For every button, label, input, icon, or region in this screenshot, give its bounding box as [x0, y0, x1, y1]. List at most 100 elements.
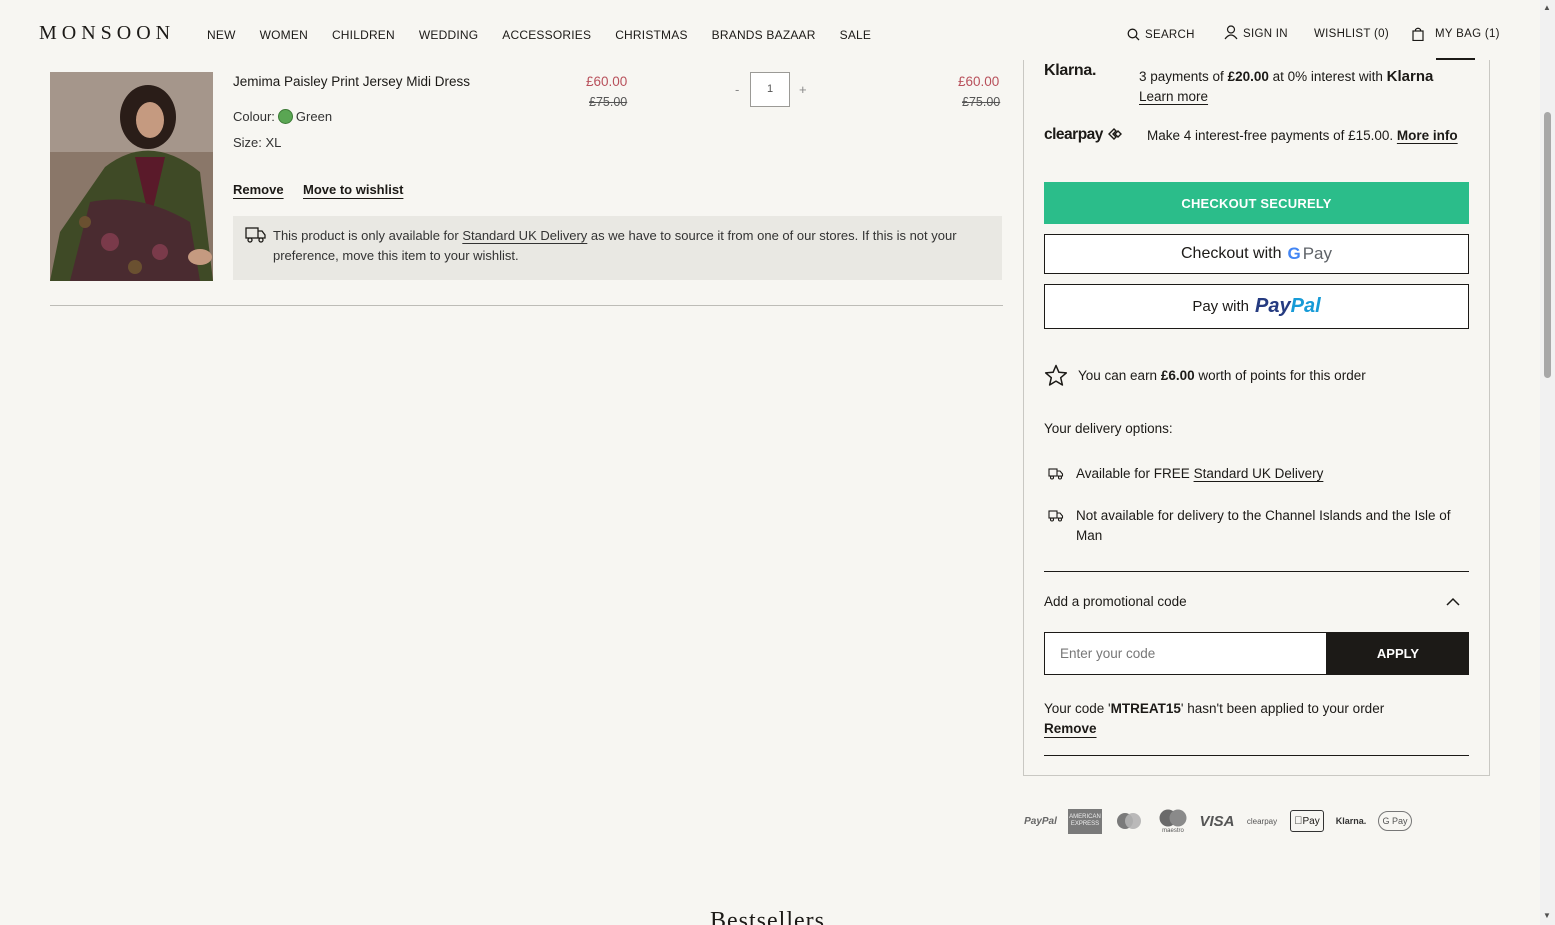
nav-sale[interactable]: SALE — [840, 28, 872, 42]
promo-message-text-end: ' hasn't been applied to your order — [1180, 701, 1385, 716]
my-bag-link[interactable]: MY BAG (1) — [1412, 27, 1500, 41]
qty-increase-button[interactable]: + — [799, 82, 807, 97]
search-button[interactable]: SEARCH — [1127, 28, 1195, 41]
maestro-label: maestro — [1162, 828, 1184, 834]
nav-christmas[interactable]: CHRISTMAS — [615, 28, 687, 42]
quantity-input[interactable]: 1 — [750, 72, 790, 107]
move-to-wishlist-link[interactable]: Move to wishlist — [303, 182, 403, 197]
delivery-option-channel-islands: Not available for delivery to the Channe… — [1048, 506, 1458, 546]
wishlist-link[interactable]: WISHLIST (0) — [1314, 28, 1389, 40]
colour-value: Green — [295, 109, 333, 124]
chevron-up-icon[interactable] — [1446, 597, 1460, 606]
notice-text-start: This product is only available for — [273, 228, 463, 243]
google-pay-icon: G Pay — [1378, 811, 1412, 831]
google-pay-logo: G Pay — [1287, 244, 1332, 264]
promo-bottom-rule — [1044, 755, 1469, 756]
dress-photo — [50, 72, 213, 281]
promo-code-input[interactable] — [1044, 632, 1327, 675]
delivery-channel-islands-text: Not available for delivery to the Channe… — [1076, 508, 1451, 543]
colour-label: Colour: — [233, 109, 275, 124]
apple-pay-label: Pay — [1298, 815, 1320, 827]
size-value: Size: XL — [233, 135, 282, 150]
clearpay-icon: clearpay — [1246, 816, 1278, 826]
product-name[interactable]: Jemima Paisley Print Jersey Midi Dress — [233, 74, 470, 89]
apple-pay-icon: Pay — [1290, 810, 1324, 832]
scroll-down-arrow-icon[interactable]: ▼ — [1543, 911, 1551, 920]
remove-item-link[interactable]: Remove — [233, 182, 284, 197]
nav-women[interactable]: WOMEN — [260, 28, 308, 42]
item-divider — [50, 305, 1003, 306]
colour-swatch — [277, 109, 293, 124]
points-text: You can earn — [1078, 368, 1161, 383]
amex-line-2: EXPRESS — [1070, 821, 1100, 827]
paypal-logo-pay: Pay — [1255, 295, 1291, 317]
user-icon — [1224, 25, 1238, 40]
points-message: You can earn £6.00 worth of points for t… — [1044, 364, 1366, 387]
nav-new[interactable]: NEW — [207, 28, 236, 42]
sign-in-button[interactable]: SIGN IN — [1224, 25, 1288, 40]
clearpay-more-info-link[interactable]: More info — [1397, 128, 1458, 143]
clearpay-arrows-icon — [1107, 128, 1122, 140]
active-tab-indicator — [1436, 58, 1475, 60]
nav-brands-bazaar[interactable]: BRANDS BAZAAR — [712, 28, 816, 42]
nav-children[interactable]: CHILDREN — [332, 28, 395, 42]
monsoon-logo[interactable]: MONSOON — [39, 22, 175, 45]
delivery-uk-text: Available for FREE — [1076, 466, 1194, 481]
maestro-icon: maestro — [1156, 808, 1190, 834]
promo-code-toggle[interactable]: Add a promotional code — [1044, 594, 1187, 609]
clearpay-wordmark: clearpay — [1044, 126, 1103, 143]
points-amount: £6.00 — [1160, 368, 1195, 383]
amex-icon: AMERICAN EXPRESS — [1068, 808, 1102, 834]
my-bag-label: MY BAG (1) — [1435, 28, 1500, 40]
delivery-options-title: Your delivery options: — [1044, 421, 1173, 436]
promo-message-text: Your code ' — [1044, 701, 1111, 716]
google-g-letter: G — [1287, 244, 1301, 263]
klarna-text-mid: at 0% interest with — [1268, 69, 1387, 84]
remove-promo-code-link[interactable]: Remove — [1044, 721, 1097, 736]
paypal-logo-pal: Pal — [1290, 295, 1321, 317]
klarna-logo: Klarna. — [1044, 62, 1097, 79]
search-icon — [1127, 28, 1140, 41]
apply-promo-button[interactable]: APPLY — [1327, 632, 1469, 675]
paypal-text: Pay with — [1192, 298, 1250, 315]
klarna-amount: £20.00 — [1227, 69, 1269, 84]
scrollbar-thumb[interactable] — [1544, 112, 1551, 378]
product-image[interactable] — [50, 72, 213, 281]
delivery-truck-icon — [245, 227, 266, 243]
standard-uk-delivery-link[interactable]: Standard UK Delivery — [462, 228, 587, 243]
checkout-securely-button[interactable]: CHECKOUT SECURELY — [1044, 182, 1469, 224]
promo-top-rule — [1044, 571, 1469, 572]
nav-wedding[interactable]: WEDDING — [419, 28, 478, 42]
amex-line-1: AMERICAN — [1069, 814, 1101, 820]
mastercard-icon — [1112, 811, 1146, 831]
line-total: £60.00 — [958, 74, 1000, 89]
gpay-pay-word: Pay — [1302, 244, 1333, 263]
unit-was-price: £75.00 — [589, 95, 628, 109]
standard-uk-delivery-link[interactable]: Standard UK Delivery — [1194, 466, 1324, 481]
nav-accessories[interactable]: ACCESSORIES — [502, 28, 591, 42]
promo-code-message: Your code 'MTREAT15' hasn't been applied… — [1044, 701, 1384, 716]
clearpay-logo: clearpay — [1044, 126, 1123, 144]
site-header: MONSOON NEW WOMEN CHILDREN WEDDING ACCES… — [0, 0, 1540, 60]
line-total-was: £75.00 — [962, 95, 1001, 109]
points-text-end: worth of points for this order — [1194, 368, 1366, 383]
page-scrollbar[interactable]: ▲ ▼ — [1540, 0, 1555, 925]
delivery-notice-text: This product is only available for Stand… — [273, 226, 993, 266]
clearpay-text: Make 4 interest-free payments of £15.00. — [1147, 128, 1397, 143]
delivery-truck-icon — [1048, 510, 1064, 522]
gpay-text: Checkout with — [1180, 245, 1282, 262]
paypal-button[interactable]: Pay with PayPal — [1044, 284, 1469, 329]
delivery-option-uk: Available for FREE Standard UK Delivery — [1048, 464, 1458, 484]
klarna-learn-more-link[interactable]: Learn more — [1139, 89, 1208, 104]
klarna-text: 3 payments of — [1139, 69, 1228, 84]
payment-methods-row: PayPal AMERICAN EXPRESS maestro VISA clea… — [1023, 808, 1412, 834]
google-pay-button[interactable]: Checkout with G Pay — [1044, 234, 1469, 274]
bag-icon — [1412, 27, 1424, 41]
colour-row: Colour: Green — [233, 109, 332, 124]
clearpay-message: Make 4 interest-free payments of £15.00.… — [1147, 128, 1458, 143]
visa-icon: VISA — [1199, 812, 1235, 830]
scroll-up-arrow-icon[interactable]: ▲ — [1543, 3, 1551, 12]
qty-decrease-button[interactable]: - — [735, 82, 739, 97]
klarna-brand: Klarna — [1386, 68, 1434, 85]
klarna-icon: Klarna. — [1335, 816, 1367, 826]
